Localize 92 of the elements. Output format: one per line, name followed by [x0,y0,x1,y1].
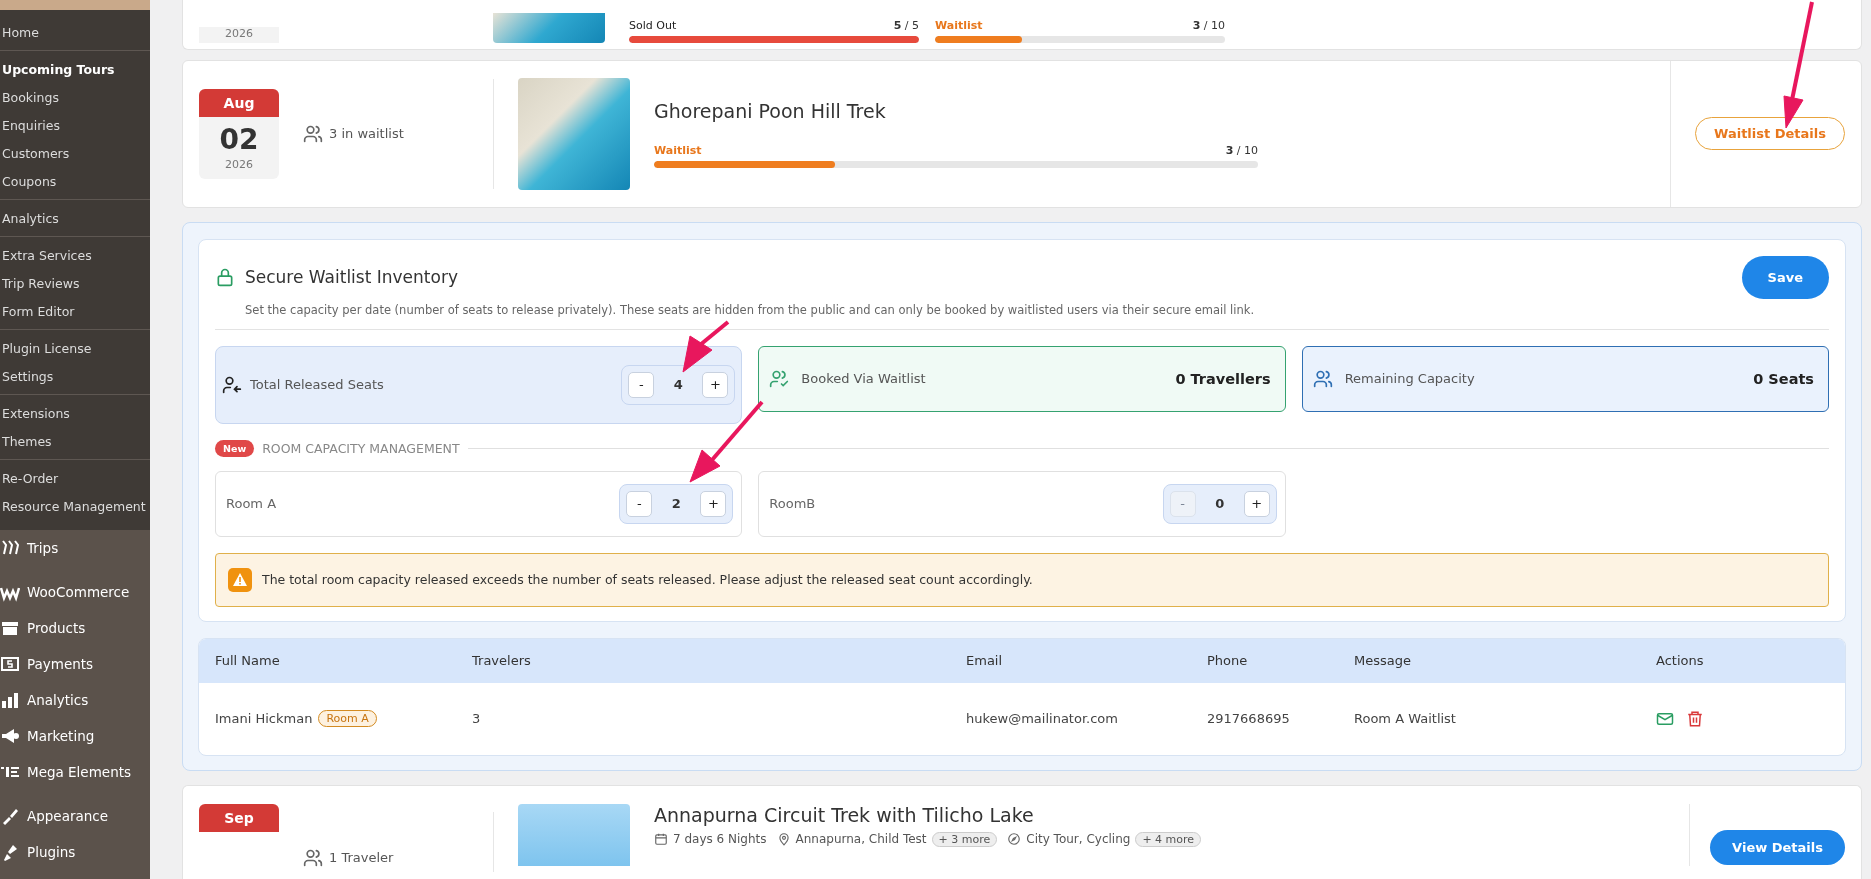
users-icon [303,847,323,868]
sidebar-submenu-item[interactable]: Upcoming Tours [0,55,150,83]
megaphone-icon [0,726,20,746]
sidebar-menu-item[interactable]: Mega Elements [27,764,131,780]
increment-button[interactable]: + [702,371,729,398]
sidebar-submenu-item[interactable]: Extensions [0,399,150,427]
view-details-button[interactable]: View Details [1710,829,1845,865]
sidebar-submenu-item[interactable]: Resource Management [0,492,150,520]
section-heading: ROOM CAPACITY MANAGEMENT [262,440,460,456]
trip-places: Annapurna, Child Test [795,832,927,847]
trash-icon[interactable] [1686,709,1704,728]
date-badge: Aug 02 2026 [199,88,279,179]
dollar-icon [0,654,20,674]
section-title: Secure Waitlist Inventory [245,267,458,288]
warning-text: The total room capacity released exceeds the number of seats released. Please adjust the released seat count accordingly. [262,572,1033,588]
table-cell-text: Room A Waitlist [1354,711,1457,727]
sidebar-submenu-item[interactable]: Themes [0,427,150,455]
increment-button[interactable]: + [700,490,727,517]
progress-label: Sold Out [629,19,677,33]
sidebar-submenu-item[interactable]: Settings [0,362,150,390]
column-header: Phone [1207,653,1249,669]
trip-activities: City Tour, Cycling [1026,832,1131,847]
sidebar-submenu-item[interactable]: Form Editor [0,297,150,325]
calendar-icon [654,832,668,847]
more-tag[interactable]: + 4 more [1135,831,1202,847]
sidebar-menu-item[interactable]: Marketing [27,728,95,744]
sidebar-menu-item[interactable]: Products [27,620,86,636]
table-cell-text: hukew@mailinator.com [966,711,1119,727]
section-description: Set the capacity per date (number of seats to release privately). These seats are hidden from the public and can only be booked by waitlisted users via their secure email link. [245,302,1256,317]
sidebar-submenu-item[interactable]: Re-Order [0,464,150,492]
trip-duration: 7 days 6 Nights [673,832,767,847]
decrement-button[interactable]: - [628,371,655,398]
progress-count: 3 / 10 [1192,19,1225,33]
stat-value: 0 Seats [1753,370,1815,387]
progress-count: 3 / 10 [1225,143,1258,157]
sidebar-menu-item[interactable]: Analytics [27,692,89,708]
column-header: Message [1354,653,1412,669]
save-button[interactable]: Save [1741,255,1829,299]
stat-label: Remaining Capacity [1344,371,1476,387]
stat-label: Total Released Seats [250,377,385,393]
user-plus-icon [222,374,242,395]
compass-icon [1007,832,1022,847]
users-icon [303,123,323,144]
sidebar-submenu-item[interactable]: Home [0,18,150,46]
stat-label: Booked Via Waitlist [801,371,927,387]
waitlist-count: 3 in waitlist [329,126,404,142]
stepper-value: 2 [670,496,682,512]
new-badge: New [215,439,255,457]
date-badge: Sep [199,803,279,832]
sidebar-submenu-item[interactable]: Bookings [0,83,150,111]
decrement-button[interactable]: - [626,490,653,517]
room-tag: Room A [318,710,377,728]
sidebar-submenu-item[interactable]: Coupons [0,167,150,195]
table-cell: Imani Hickman [215,711,313,727]
traveler-count: 1 Traveler [329,850,394,866]
sidebar-menu-item[interactable]: Plugins [27,844,76,860]
column-header: Travelers [472,653,532,669]
sidebar-submenu-item[interactable]: Customers [0,139,150,167]
sidebar-submenu-item[interactable]: Extra Services [0,241,150,269]
table-cell-text: 3 [472,711,482,727]
location-pin-icon [776,832,791,847]
room-name: RoomB [769,496,817,512]
bar-chart-icon [0,690,20,710]
increment-button[interactable]: + [1243,490,1270,517]
more-tag[interactable]: + 3 more [931,831,998,847]
progress-count: 5 / 5 [893,19,919,33]
sidebar-submenu-item[interactable]: Enquiries [0,111,150,139]
stepper-value: 0 [1214,496,1226,512]
sidebar-submenu-item[interactable]: Analytics [0,204,150,232]
sidebar-menu-item[interactable]: Payments [27,656,94,672]
progress-label: Waitlist [654,143,702,157]
sidebar-menu-item[interactable]: Trips [27,540,59,556]
tour-title: Ghorepani Poon Hill Trek [654,99,887,122]
table-cell-text: 2917668695 [1207,711,1291,727]
warning-icon [228,567,252,592]
users-check-icon [769,368,790,389]
column-header: Actions [1656,653,1705,669]
progress-label: Waitlist [935,19,983,33]
sidebar-submenu-item[interactable]: Plugin License [0,334,150,362]
sidebar-menu-item[interactable]: Appearance [27,808,109,824]
column-header: Email [966,653,1004,669]
date-year: 2026 [199,27,279,44]
annotation-arrow [682,320,730,373]
sidebar-menu-item[interactable]: WooCommerce [27,584,130,600]
lock-icon [215,267,235,288]
stepper-value: 4 [672,377,684,393]
sidebar-submenu-item[interactable]: Trip Reviews [0,269,150,297]
stat-value: 0 Travellers [1175,370,1272,387]
tour-title: Annapurna Circuit Trek with Tilicho Lake [654,803,1035,826]
room-name: Room A [226,496,278,512]
users-icon [1312,368,1333,389]
column-header: Full Name [215,653,281,669]
